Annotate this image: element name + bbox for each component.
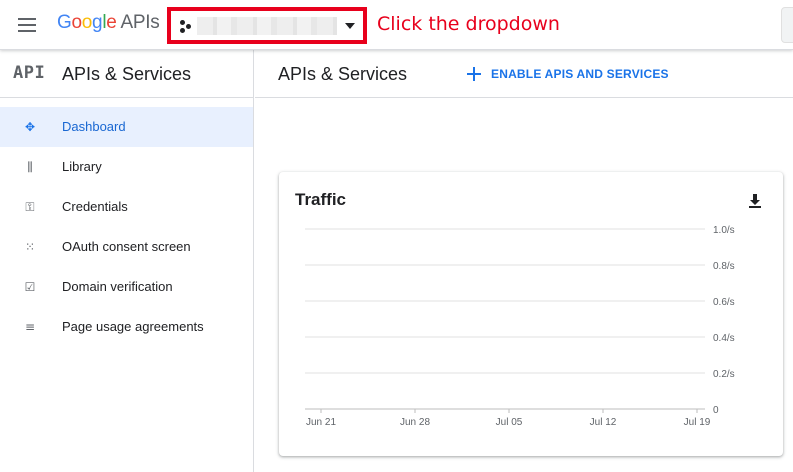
project-name-redacted	[197, 17, 337, 35]
sidebar-item-label: OAuth consent screen	[62, 239, 191, 254]
consent-icon: ⁙	[24, 240, 36, 254]
project-selector-dropdown[interactable]	[167, 7, 367, 44]
page-title: APIs & Services	[278, 64, 408, 84]
top-app-bar: Google APIs Click the dropdown	[0, 0, 793, 50]
x-tick-label: Jun 28	[400, 417, 430, 428]
x-tick-label: Jul 19	[684, 417, 711, 428]
sidebar: API APIs & Services ✥ Dashboard ⫼ Librar…	[0, 50, 254, 472]
sidebar-item-credentials[interactable]: ⚿ Credentials	[0, 187, 253, 227]
key-icon: ⚿	[25, 199, 35, 214]
sidebar-item-page-usage-agreements[interactable]: ≡ Page usage agreements	[0, 307, 253, 347]
logo-brand: Google	[57, 12, 117, 33]
sidebar-item-label: Dashboard	[62, 119, 126, 134]
y-tick-label: 0.8/s	[713, 261, 735, 272]
sidebar-item-library[interactable]: ⫼ Library	[0, 147, 253, 187]
caret-down-icon	[345, 23, 355, 29]
x-tick-label: Jul 12	[590, 417, 617, 428]
annotation-text: Click the dropdown	[377, 13, 560, 35]
y-tick-label: 0	[713, 405, 719, 416]
project-dots-icon	[179, 19, 193, 33]
traffic-card: Traffic 1.0/s 0.8/s 0.6/s 0.4/s 0.2/s 0 Jun 2…	[279, 172, 783, 456]
settings-list-icon: ≡	[24, 320, 36, 334]
google-apis-logo[interactable]: Google APIs	[57, 12, 160, 34]
sidebar-item-oauth-consent[interactable]: ⁙ OAuth consent screen	[0, 227, 253, 267]
library-icon: ⫼	[27, 159, 33, 174]
x-tick-label: Jul 05	[496, 417, 523, 428]
sidebar-item-label: Page usage agreements	[62, 319, 204, 334]
enable-apis-button[interactable]: ENABLE APIS AND SERVICES	[467, 65, 669, 83]
checkbox-icon: ☑	[24, 280, 36, 294]
x-tick-label: Jun 21	[306, 417, 336, 428]
hamburger-menu-icon[interactable]	[18, 17, 40, 33]
download-icon[interactable]	[747, 193, 763, 209]
plus-icon	[467, 67, 481, 81]
card-title: Traffic	[295, 190, 347, 209]
logo-product: APIs	[120, 12, 160, 33]
y-tick-label: 0.6/s	[713, 297, 735, 308]
sidebar-header: API APIs & Services	[0, 50, 253, 98]
sidebar-title: APIs & Services	[62, 64, 192, 84]
sidebar-nav: ✥ Dashboard ⫼ Library ⚿ Credentials ⁙ OA…	[0, 107, 253, 347]
api-icon: API	[13, 63, 46, 83]
sidebar-item-label: Credentials	[62, 199, 128, 214]
y-tick-label: 1.0/s	[713, 225, 735, 236]
sidebar-item-domain-verification[interactable]: ☑ Domain verification	[0, 267, 253, 307]
sidebar-item-label: Library	[62, 159, 102, 174]
y-tick-label: 0.4/s	[713, 333, 735, 344]
traffic-chart: 1.0/s 0.8/s 0.6/s 0.4/s 0.2/s 0 Jun 21 Jun 28 J…	[305, 225, 735, 428]
sidebar-item-label: Domain verification	[62, 279, 173, 294]
sidebar-item-dashboard[interactable]: ✥ Dashboard	[0, 107, 253, 147]
y-tick-label: 0.2/s	[713, 369, 735, 380]
search-box-edge[interactable]	[781, 7, 793, 43]
enable-apis-label: ENABLE APIS AND SERVICES	[491, 67, 669, 81]
main-header: APIs & Services ENABLE APIS AND SERVICES	[255, 50, 793, 98]
dashboard-icon: ✥	[24, 120, 36, 134]
